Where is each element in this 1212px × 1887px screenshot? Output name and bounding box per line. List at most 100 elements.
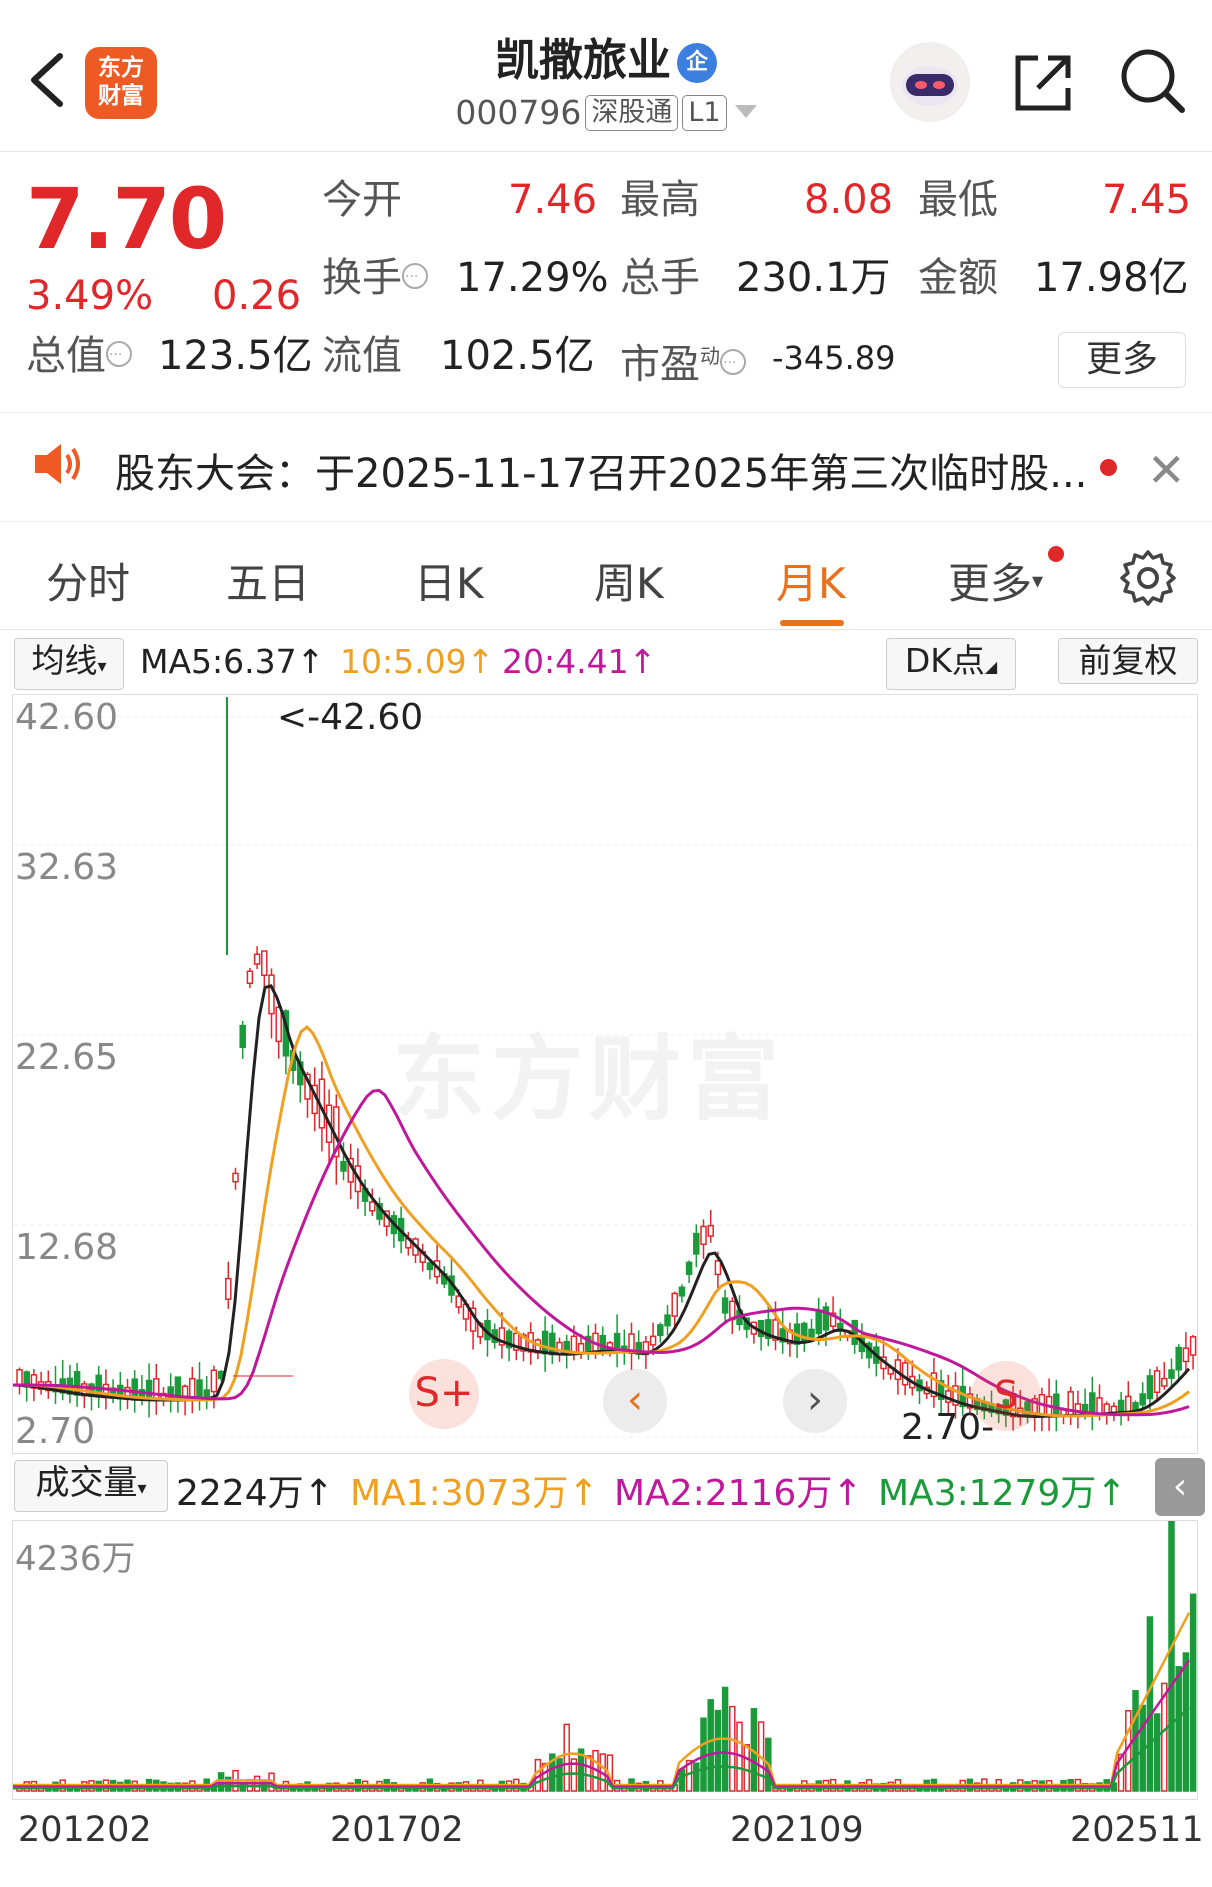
kline-candle — [707, 1224, 714, 1237]
kline-candle — [671, 1292, 678, 1317]
kline-candle — [1117, 1399, 1125, 1413]
tab-more[interactable]: 更多▾ — [948, 550, 1043, 611]
kline-candle — [1125, 1395, 1132, 1413]
collapse-panel-icon[interactable]: ‹ — [1155, 1458, 1205, 1516]
tab-monthly-k[interactable]: 月K — [776, 550, 846, 611]
volume-bar — [563, 1723, 570, 1792]
high-label: 最高 — [620, 177, 700, 223]
kline-candle — [340, 1160, 347, 1172]
volume-bar — [714, 1709, 722, 1792]
close-icon[interactable]: ✕ — [1147, 443, 1186, 497]
open-value: 7.46 — [508, 177, 598, 223]
signal-s-icon[interactable]: S+ — [409, 1359, 479, 1429]
enterprise-badge-icon: 企 — [677, 43, 717, 83]
kline-candle — [1189, 1336, 1197, 1356]
kline-candle — [851, 1319, 858, 1345]
tab-daily-k[interactable]: 日K — [414, 550, 484, 611]
volume-max-label: 4236万 — [15, 1539, 136, 1579]
volume-legend: 成交量▾ 2224万↑ MA1:3073万↑ MA2:2116万↑ MA3:12… — [0, 1456, 1212, 1516]
tab-five-day[interactable]: 五日 — [226, 550, 310, 611]
prev-arrow-icon[interactable]: ‹ — [603, 1369, 667, 1433]
kline-candle — [1168, 1369, 1175, 1379]
top-bar: 东方 财富 凯撒旅业企 000796 深股通 L1 — [0, 0, 1212, 152]
date-label: 201202 — [18, 1810, 152, 1850]
kline-candle — [1175, 1346, 1182, 1371]
kline-candle — [239, 1024, 246, 1049]
watermark: 东方财富 — [393, 1026, 786, 1133]
kline-candle — [275, 1006, 282, 1043]
axis-label-top: 42.60 — [15, 697, 119, 738]
kline-candle — [1103, 1403, 1110, 1414]
kline-candle — [700, 1225, 707, 1246]
pe-label[interactable]: 市盈动 — [620, 330, 746, 390]
ma-type-select[interactable]: 均线▾ — [14, 638, 124, 690]
max-price-tag: <-42.60 — [277, 697, 424, 738]
kline-candle — [678, 1286, 686, 1297]
open-label: 今开 — [322, 177, 402, 223]
volume-bar — [585, 1755, 592, 1792]
kline-candle — [153, 1378, 160, 1401]
kline-candle — [268, 974, 275, 1015]
period-tabs: 分时 五日 日K 周K 月K 更多▾ — [0, 524, 1212, 630]
axis-label-3: 22.65 — [15, 1037, 119, 1078]
kline-candle — [253, 953, 261, 965]
info-icon — [720, 337, 746, 389]
next-arrow-icon[interactable]: › — [783, 1369, 847, 1433]
kline-candle — [225, 1277, 232, 1300]
volume-bar — [1153, 1713, 1161, 1792]
quote-panel: 7.70 3.49% 0.26 今开 7.46 最高 8.08 最低 7.45 … — [0, 152, 1212, 412]
more-quote-button[interactable]: 更多 — [1058, 332, 1186, 388]
indicator-select[interactable]: 成交量▾ — [14, 1460, 168, 1512]
share-icon[interactable] — [1010, 50, 1076, 116]
dk-point-button[interactable]: DK点◢ — [886, 638, 1016, 690]
kline-candle — [1096, 1397, 1103, 1415]
float-value: 102.5亿 — [440, 333, 595, 379]
kline-candle — [1053, 1393, 1060, 1417]
kline-candle — [664, 1314, 671, 1327]
high-value: 8.08 — [804, 177, 894, 223]
kline-chart[interactable]: 东方财富 42.60 32.63 22.65 12.68 2.70 <-42.6… — [12, 694, 1198, 1454]
mcap-label[interactable]: 总值 — [26, 329, 132, 382]
vol-ma1: MA1:3073万↑ — [350, 1473, 599, 1514]
search-icon[interactable] — [1118, 46, 1188, 116]
volume-chart[interactable]: 4236万 — [12, 1520, 1198, 1800]
kline-candle — [232, 1172, 239, 1183]
kline-candle — [246, 970, 254, 985]
amount-value: 17.98亿 — [1034, 255, 1189, 301]
tab-weekly-k[interactable]: 周K — [594, 550, 664, 611]
kline-candle — [1089, 1392, 1096, 1415]
kline-candle — [808, 1328, 815, 1338]
kline-candle — [815, 1309, 822, 1335]
kline-candle — [426, 1262, 434, 1271]
kline-candle — [1153, 1370, 1161, 1394]
kline-candle — [1139, 1393, 1146, 1406]
announcement-bar[interactable]: 股东大会：于2025-11-17召开2025年第三次临时股... ✕ — [0, 412, 1212, 522]
low-value: 7.45 — [1102, 177, 1192, 223]
turnover-value: 17.29% — [456, 255, 609, 301]
kline-candle — [549, 1332, 556, 1356]
turnover-label[interactable]: 换手 — [322, 251, 428, 304]
volume-svg — [13, 1521, 1197, 1792]
volume-bar — [1168, 1521, 1175, 1792]
fullscreen-signal-icon[interactable]: S — [971, 1361, 1041, 1431]
kline-candle — [570, 1335, 578, 1354]
gear-icon[interactable] — [1118, 548, 1178, 608]
kline-candle — [369, 1201, 376, 1212]
marker-line — [233, 1375, 293, 1377]
tab-intraday[interactable]: 分时 — [46, 550, 130, 611]
change-pct: 3.49% — [26, 273, 154, 319]
kline-candle — [714, 1260, 722, 1276]
date-label: 202109 — [730, 1810, 864, 1850]
date-label: 202511 — [1070, 1810, 1204, 1850]
kline-candle — [693, 1232, 700, 1255]
volume-bar — [1146, 1616, 1154, 1792]
axis-label-bottom: 2.70 — [15, 1411, 96, 1452]
amount-label: 金额 — [918, 255, 998, 301]
date-axis: 201202 201702 202109 202511 — [0, 1810, 1212, 1860]
connect-tag: 深股通 — [585, 95, 679, 131]
adjust-mode-button[interactable]: 前复权 — [1058, 638, 1198, 684]
volume-bar — [729, 1705, 736, 1792]
last-price: 7.70 — [26, 170, 227, 268]
vol-ma3: MA3:1279万↑ — [878, 1473, 1127, 1514]
assistant-robot-icon[interactable] — [890, 42, 970, 122]
